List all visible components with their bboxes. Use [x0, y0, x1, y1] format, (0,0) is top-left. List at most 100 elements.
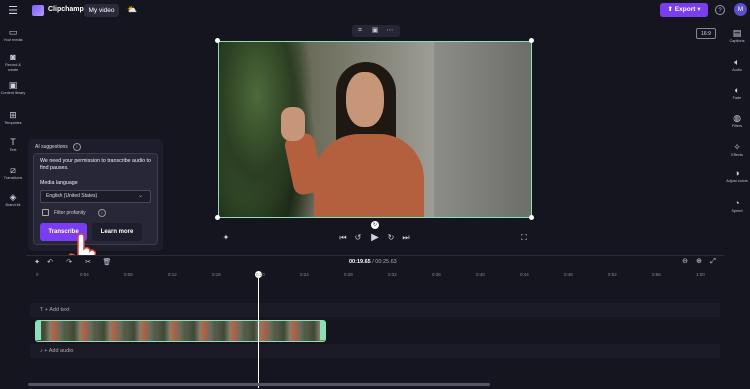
preview-toolbar: ⌗ ▣ ⋯: [352, 25, 400, 37]
magic-wand-icon[interactable]: ✦: [220, 232, 232, 244]
ruler-tick-label: 0:28: [344, 272, 353, 277]
video-wall-region: [434, 42, 531, 217]
brand-kit-icon: ◈: [9, 192, 17, 202]
timeline-scrollbar[interactable]: [28, 383, 490, 386]
templates-icon: ⊞: [9, 110, 17, 120]
captions-icon: ▤: [732, 28, 742, 38]
playhead[interactable]: [258, 272, 259, 388]
sidebar-item-brand-kit[interactable]: ◈ Brand kit: [0, 192, 26, 208]
sidebar-item-transitions[interactable]: ⧄ Transitions: [0, 165, 26, 181]
delete-icon[interactable]: 🗑︎: [102, 258, 112, 268]
sidebar-item-your-media[interactable]: ▭ Your media: [0, 27, 26, 43]
ruler-tick-label: 0:44: [520, 272, 529, 277]
learn-more-button[interactable]: Learn more: [92, 223, 142, 241]
add-text-button[interactable]: T + Add text: [40, 307, 69, 313]
clip-trim-handle-left[interactable]: [36, 321, 41, 340]
aspect-ratio-button[interactable]: 16:9: [696, 28, 716, 39]
ruler-tick-label: 0:52: [608, 272, 617, 277]
help-icon[interactable]: ?: [715, 5, 725, 15]
chevron-down-icon: ⌄: [138, 193, 144, 199]
sidebar-item-record-create[interactable]: ◙ Record & create: [0, 52, 26, 72]
filter-profanity-label: Filter profanity: [54, 210, 86, 216]
filters-icon: ◍: [733, 113, 741, 123]
language-value: English (United States): [46, 193, 98, 199]
speed-icon: ◔: [734, 198, 740, 208]
resize-handle-top-right[interactable]: [529, 38, 534, 43]
ruler-tick-label: 0:32: [388, 272, 397, 277]
video-preview[interactable]: [218, 41, 532, 218]
info-icon[interactable]: i: [73, 143, 81, 151]
skip-to-start-icon[interactable]: ⏮: [338, 232, 348, 244]
play-icon[interactable]: ▶: [369, 232, 381, 244]
right-sidebar: ▤ Captions 🔈︎ Audio ◐ Fade ◍ Filters ✧ E…: [724, 21, 750, 388]
ruler-tick-label: 0:16: [212, 272, 221, 277]
ruler-tick-label: 1:00: [696, 272, 705, 277]
cloud-sync-icon[interactable]: ⛅: [127, 5, 137, 15]
sidebar-item-effects[interactable]: ✧ Effects: [724, 142, 750, 158]
ruler-tick-label: 0:40: [476, 272, 485, 277]
export-button[interactable]: ⬆ Export ▾: [660, 3, 708, 17]
sidebar-item-fade[interactable]: ◐ Fade: [724, 85, 750, 101]
avatar[interactable]: M: [734, 3, 747, 16]
sidebar-item-filters[interactable]: ◍ Filters: [724, 113, 750, 129]
rewind-5-icon[interactable]: ↺: [353, 232, 363, 244]
forward-5-icon[interactable]: ↻: [386, 232, 396, 244]
hamburger-menu-icon[interactable]: ☰: [6, 4, 20, 18]
resize-handle-bottom-right[interactable]: [529, 215, 534, 220]
undo-icon[interactable]: ↶: [45, 258, 55, 268]
add-audio-button[interactable]: ♪ + Add audio: [40, 348, 74, 354]
redo-icon[interactable]: ↷: [64, 258, 74, 268]
speaker-icon: 🔈︎: [734, 57, 740, 67]
zoom-in-icon[interactable]: ⊕: [694, 257, 704, 267]
ruler-tick-label: 0:04: [80, 272, 89, 277]
folder-icon: ▭: [8, 27, 18, 37]
adjust-colors-icon: ◑: [734, 168, 740, 178]
sidebar-item-adjust-colors[interactable]: ◑ Adjust colors: [724, 168, 750, 184]
fullscreen-icon[interactable]: ⛶: [519, 232, 529, 244]
clip-trim-handle-right[interactable]: [320, 321, 325, 340]
effects-icon: ✧: [733, 142, 741, 152]
filter-profanity-checkbox[interactable]: [42, 209, 49, 216]
sidebar-item-audio[interactable]: 🔈︎ Audio: [724, 57, 750, 73]
ruler-tick-label: 0:56: [652, 272, 661, 277]
sidebar-item-text[interactable]: T Text: [0, 137, 26, 153]
fit-icon[interactable]: ▣: [369, 26, 381, 36]
audio-track[interactable]: [30, 344, 720, 358]
text-track[interactable]: [30, 303, 720, 317]
resize-handle-bottom-left[interactable]: [215, 215, 220, 220]
sidebar-item-speed[interactable]: ◔ Speed: [724, 198, 750, 214]
sidebar-item-content-library[interactable]: ▣ Content library: [0, 80, 26, 96]
ruler-tick-label: 0:24: [300, 272, 309, 277]
timecode: 00:19.65 / 00:25.63: [349, 259, 397, 265]
chevron-down-icon: ▾: [697, 6, 701, 13]
more-options-icon[interactable]: ⋯: [384, 26, 396, 36]
library-icon: ▣: [8, 80, 18, 90]
project-title[interactable]: My video: [84, 4, 119, 17]
ruler-tick-label: 0:12: [168, 272, 177, 277]
sidebar-item-captions[interactable]: ▤ Captions: [724, 28, 750, 44]
clipchamp-logo: [32, 5, 44, 16]
current-time: 00:19.65: [349, 259, 371, 265]
video-person-hand: [281, 107, 305, 141]
video-clip[interactable]: [35, 320, 326, 342]
sidebar-item-templates[interactable]: ⊞ Templates: [0, 110, 26, 126]
media-language-label: Media language: [40, 180, 78, 186]
split-icon[interactable]: ✂: [83, 258, 93, 268]
resize-handle-top-left[interactable]: [215, 38, 220, 43]
skip-to-end-icon[interactable]: ⏭: [401, 232, 411, 244]
crop-icon[interactable]: ⌗: [354, 26, 366, 36]
ruler-tick-label: 0:20: [256, 272, 265, 277]
export-icon: ⬆: [667, 6, 673, 13]
ruler-tick-label: 0: [36, 272, 39, 277]
ai-suggestions-title: AI suggestions: [35, 144, 68, 150]
ruler-tick-label: 0:48: [564, 272, 573, 277]
camera-icon: ◙: [10, 52, 16, 62]
transitions-icon: ⧄: [10, 165, 16, 175]
rotate-handle-icon[interactable]: ↻: [371, 221, 379, 229]
info-icon[interactable]: i: [98, 209, 106, 217]
fit-timeline-icon[interactable]: ⤢: [708, 257, 718, 267]
brand-name: Clipchamp: [48, 6, 84, 13]
magic-tools-icon[interactable]: ✦: [32, 258, 42, 268]
zoom-out-icon[interactable]: ⊖: [680, 257, 690, 267]
ruler-tick-label: 0:08: [124, 272, 133, 277]
